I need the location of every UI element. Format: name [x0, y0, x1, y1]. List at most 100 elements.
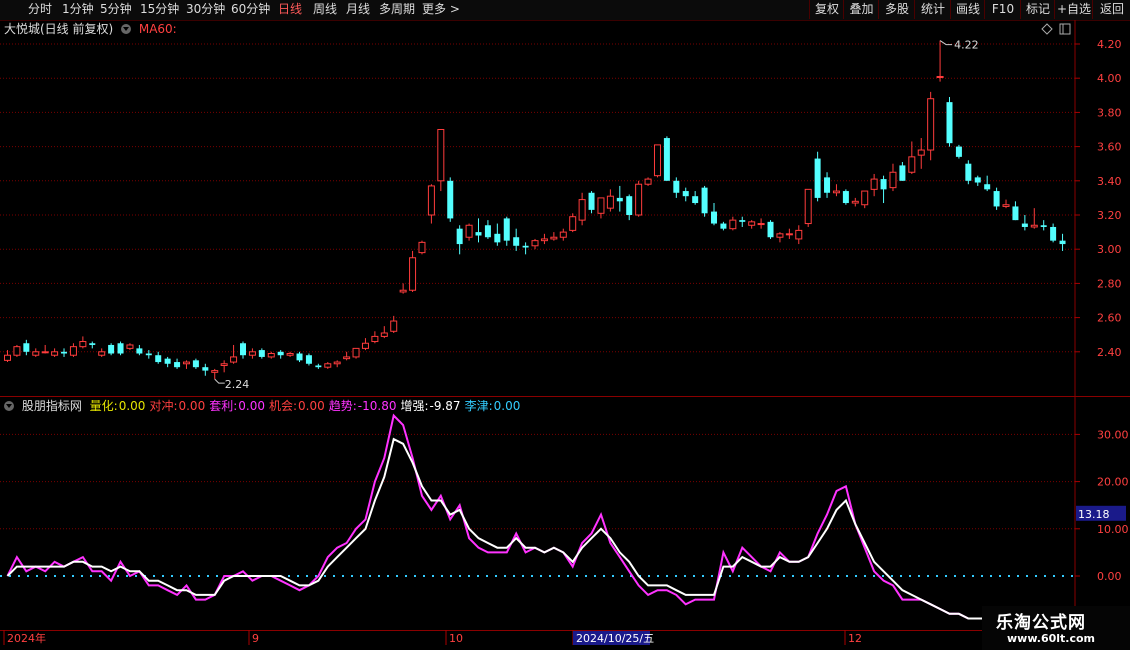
candle-body [955, 146, 962, 157]
candle-body [380, 332, 388, 337]
candle-body [69, 346, 77, 356]
candle-body [79, 341, 87, 348]
candle-body [211, 370, 219, 373]
candle-body [136, 348, 143, 354]
candle-body [41, 351, 49, 354]
candle-body [305, 355, 312, 364]
candle-body [899, 165, 906, 181]
candle-body [174, 362, 181, 368]
price-tick-label: 3.40 [1097, 175, 1122, 188]
current-value-text: 13.18 [1078, 508, 1110, 521]
candle-body [1059, 240, 1066, 245]
candle-body [277, 351, 284, 356]
candle-body [352, 347, 360, 358]
candle-body [164, 358, 171, 364]
panel-icon[interactable] [1059, 23, 1071, 35]
indicator-tick-label: 30.00 [1097, 428, 1129, 441]
candle-body [616, 197, 623, 202]
candle-body [1040, 225, 1047, 227]
candle-body [465, 224, 473, 238]
low-marker [214, 378, 225, 384]
candle-body [258, 350, 265, 357]
candle-body [851, 200, 859, 204]
candle-body [1030, 224, 1038, 228]
candle-body [155, 355, 162, 363]
candle-body [117, 343, 124, 354]
candle-body [550, 236, 558, 240]
candle-body [182, 361, 190, 365]
candle-body [711, 211, 717, 224]
candle-body [484, 225, 491, 238]
candle-body [832, 190, 840, 194]
candle-body [908, 156, 916, 173]
high-marker [939, 40, 953, 46]
price-tick-label: 2.80 [1097, 277, 1122, 290]
candle-body [61, 351, 68, 354]
price-tick-label: 3.60 [1097, 141, 1122, 154]
candle-body [739, 220, 746, 222]
candle-body [889, 171, 897, 189]
candle-body [126, 344, 134, 349]
candle-body [4, 354, 11, 361]
candle-body [145, 353, 152, 356]
candle-body [974, 177, 981, 183]
candle-body [230, 356, 238, 363]
candle-body [522, 245, 529, 248]
candle-body [23, 343, 30, 352]
candle-body [729, 219, 737, 230]
candle-body [98, 351, 106, 356]
indicator-tick-label: 20.00 [1097, 476, 1129, 489]
candle-body [870, 178, 878, 190]
candle-body [644, 178, 652, 185]
low-label: 2.24 [225, 378, 250, 391]
candle-body [32, 351, 40, 356]
candle-body [343, 356, 351, 360]
candle-body [653, 144, 661, 177]
candle-body [626, 196, 633, 215]
candle-body [559, 231, 567, 238]
candle-body [409, 257, 417, 291]
candle-body [531, 240, 539, 247]
candle-body [192, 360, 199, 368]
price-tick-label: 2.60 [1097, 312, 1122, 325]
candle-body [917, 149, 925, 156]
price-tick-label: 2.40 [1097, 346, 1122, 359]
candle-body [814, 158, 821, 198]
candle-body [927, 98, 935, 151]
candle-body [635, 183, 643, 216]
candle-body [13, 346, 21, 356]
candle-body [597, 197, 605, 214]
candle-body [475, 232, 482, 236]
time-tick-label: 2024/10/25/五 [576, 632, 654, 645]
candle-body [361, 342, 369, 349]
candle-body [371, 335, 379, 343]
candle-body [418, 241, 426, 254]
candle-body [861, 190, 869, 206]
candle-body [324, 363, 332, 368]
candle-body [1012, 206, 1019, 221]
candle-body [1021, 223, 1028, 227]
time-tick-label: 12 [848, 632, 862, 645]
chart-canvas[interactable]: 4.20 4.00 3.80 3.60 3.40 3.20 3.00 2.80 2.60 2.40… [0, 0, 1130, 650]
candle-body [880, 179, 887, 190]
candle-body [108, 344, 115, 354]
candle-body [248, 351, 256, 356]
time-tick-label: 10 [449, 632, 463, 645]
candle-body [1050, 226, 1057, 241]
candle-body [1002, 204, 1010, 207]
candle-body [795, 229, 803, 240]
candle-body [682, 191, 689, 197]
candle-body [51, 351, 59, 356]
candle-body [946, 102, 953, 144]
candle-body [701, 187, 708, 214]
candle-body [692, 196, 699, 204]
candle-body [606, 195, 614, 209]
candle-body [720, 223, 727, 229]
diamond-icon[interactable] [1041, 23, 1053, 35]
candle-body [437, 129, 445, 182]
watermark-brand: 乐淘公式网 [996, 613, 1086, 633]
indicator-tick-label: 10.00 [1097, 523, 1129, 536]
candle-body [220, 363, 228, 366]
candle-body [390, 320, 398, 332]
time-tick-label: 9 [252, 632, 259, 645]
